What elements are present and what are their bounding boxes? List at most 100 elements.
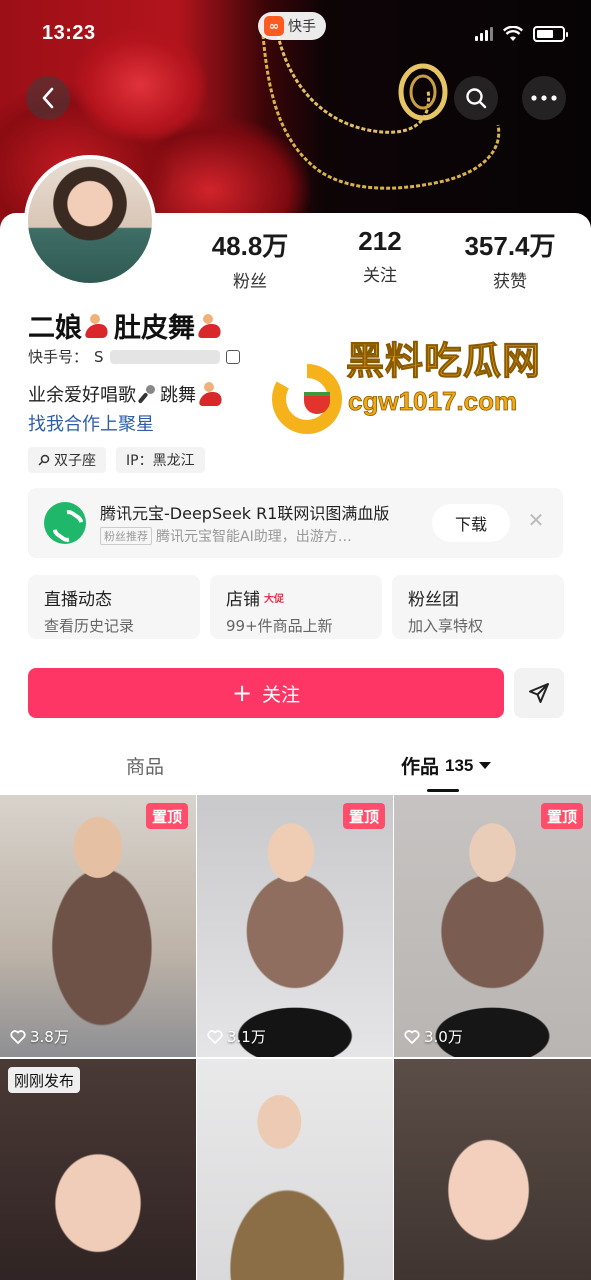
- profile-tags: 双子座 IP：黑龙江: [28, 447, 205, 473]
- dancer-emoji-icon: [84, 312, 112, 340]
- dancer-emoji-icon: [197, 312, 225, 340]
- profile-stats: 48.8万 粉丝 212 关注 357.4万 获赞: [185, 226, 575, 292]
- feature-subtitle: 查看历史记录: [44, 617, 135, 635]
- heart-icon: [10, 1029, 26, 1044]
- cellular-signal-icon: [475, 27, 493, 41]
- ad-title: 腾讯元宝-DeepSeek R1联网识图满血版: [100, 504, 390, 523]
- bio-text: 业余爱好唱歌: [28, 385, 136, 406]
- feature-shop[interactable]: 店铺 大促 99+件商品上新: [210, 575, 382, 639]
- chevron-left-icon: [42, 87, 54, 109]
- feature-title: 直播动态: [44, 585, 184, 610]
- tag-zodiac: 双子座: [28, 447, 106, 473]
- like-count: 3.1万: [207, 1026, 266, 1047]
- ad-subtitle: 粉丝推荐 腾讯元宝智能AI助理，出游方…: [100, 526, 352, 546]
- nickname-text: 二娘: [28, 313, 82, 344]
- like-count-text: 3.1万: [227, 1028, 266, 1046]
- promo-badge: 大促: [264, 594, 284, 605]
- video-grid: 置顶 3.8万 置顶 3.1万 置顶 3.0万 刚刚发布: [0, 795, 591, 1280]
- avatar[interactable]: [24, 155, 156, 287]
- pinned-badge: 置顶: [342, 803, 385, 829]
- video-tile[interactable]: 置顶 3.0万: [394, 795, 591, 1057]
- watermark-title: 黑料吃瓜网: [345, 339, 542, 384]
- feature-fan-club[interactable]: 粉丝团 加入享特权: [392, 575, 564, 639]
- bio: 业余爱好唱歌 跳舞: [28, 380, 226, 408]
- nickname: 二娘 肚皮舞: [28, 306, 225, 345]
- pinned-badge: 置顶: [145, 803, 188, 829]
- battery-icon: [533, 26, 568, 42]
- video-tile[interactable]: [197, 1059, 393, 1280]
- stat-followers[interactable]: 48.8万 粉丝: [185, 226, 315, 292]
- new-post-badge: 刚刚发布: [8, 1067, 81, 1093]
- more-button[interactable]: [522, 76, 566, 120]
- plus-icon: +: [231, 679, 253, 707]
- yuanbao-app-icon: [44, 502, 86, 544]
- ad-badge: 粉丝推荐: [100, 527, 152, 545]
- like-count-text: 3.8万: [30, 1028, 69, 1046]
- close-icon[interactable]: ✕: [526, 510, 546, 530]
- stat-likes[interactable]: 357.4万 获赞: [445, 226, 575, 292]
- send-icon: [529, 683, 549, 703]
- video-tile[interactable]: [394, 1059, 591, 1280]
- app-indicator: ∞ 快手: [258, 12, 326, 40]
- feature-row: 直播动态 查看历史记录 店铺 大促 99+件商品上新 粉丝团 加入享特权: [28, 575, 564, 639]
- back-button[interactable]: [26, 76, 70, 120]
- copy-icon[interactable]: [225, 349, 240, 364]
- wifi-icon: [503, 26, 523, 41]
- tag-ip-location: IP：黑龙江: [116, 447, 205, 473]
- ad-banner[interactable]: 腾讯元宝-DeepSeek R1联网识图满血版 粉丝推荐 腾讯元宝智能AI助理，…: [28, 488, 563, 558]
- share-button[interactable]: [514, 668, 564, 718]
- microphone-emoji-icon: [138, 384, 158, 404]
- caret-down-icon: [479, 762, 492, 769]
- feature-subtitle: 99+件商品上新: [226, 617, 333, 635]
- ad-subtitle-text: 腾讯元宝智能AI助理，出游方…: [156, 529, 352, 545]
- dancer-emoji-icon: [198, 380, 226, 408]
- tab-works[interactable]: 作品 135: [401, 752, 492, 779]
- watermark-url: cgw1017.com: [348, 386, 518, 417]
- tag-text: IP：黑龙江: [126, 453, 195, 469]
- tag-text: 双子座: [54, 453, 96, 469]
- status-time: 13:23: [42, 22, 96, 44]
- heart-icon: [207, 1029, 223, 1044]
- kwai-id: 快手号： S: [28, 346, 240, 367]
- more-horizontal-icon: [531, 95, 557, 101]
- tab-works-count: 135: [445, 755, 474, 775]
- feature-title: 粉丝团: [408, 585, 548, 610]
- status-bar: 13:23 ∞ 快手: [0, 0, 591, 64]
- stat-label: 粉丝: [233, 272, 267, 292]
- zodiac-icon: [38, 454, 50, 466]
- like-count-text: 3.0万: [424, 1028, 463, 1046]
- feature-live[interactable]: 直播动态 查看历史记录: [28, 575, 200, 639]
- search-icon: [466, 88, 487, 109]
- cooperation-link[interactable]: 找我合作上聚星: [28, 410, 154, 436]
- kwai-id-blurred: [109, 349, 220, 364]
- video-tile[interactable]: 置顶 3.8万: [0, 795, 196, 1057]
- feature-title-text: 直播动态: [44, 590, 112, 610]
- status-icons: [475, 26, 568, 42]
- stat-value: 212: [358, 226, 402, 256]
- tab-goods[interactable]: 商品: [126, 752, 164, 779]
- kuaishou-logo-icon: ∞: [264, 16, 284, 36]
- feature-subtitle: 加入享特权: [408, 617, 484, 635]
- kwai-id-label: 快手号：: [28, 348, 89, 366]
- stat-following[interactable]: 212 关注: [315, 226, 445, 292]
- like-count: 3.0万: [404, 1026, 463, 1047]
- feature-title-text: 粉丝团: [408, 590, 459, 610]
- watermark: 黑料吃瓜网 cgw1017.com: [272, 330, 572, 440]
- watermark-logo-icon: [272, 364, 342, 434]
- bio-text: 跳舞: [160, 385, 196, 406]
- search-button[interactable]: [454, 76, 498, 120]
- stat-label: 获赞: [493, 272, 527, 292]
- app-name: 快手: [288, 19, 316, 35]
- heart-icon: [404, 1029, 420, 1044]
- ad-download-button[interactable]: 下载: [432, 504, 510, 542]
- follow-button[interactable]: + 关注: [28, 668, 504, 718]
- tab-works-label: 作品: [401, 756, 440, 778]
- tab-indicator: [427, 789, 459, 792]
- stat-label: 关注: [363, 266, 397, 286]
- follow-label: 关注: [262, 683, 301, 706]
- stat-value: 48.8万: [211, 231, 289, 261]
- pinned-badge: 置顶: [540, 803, 583, 829]
- video-tile[interactable]: 置顶 3.1万: [197, 795, 393, 1057]
- video-tile[interactable]: 刚刚发布: [0, 1059, 196, 1280]
- feature-title: 店铺 大促: [226, 585, 366, 610]
